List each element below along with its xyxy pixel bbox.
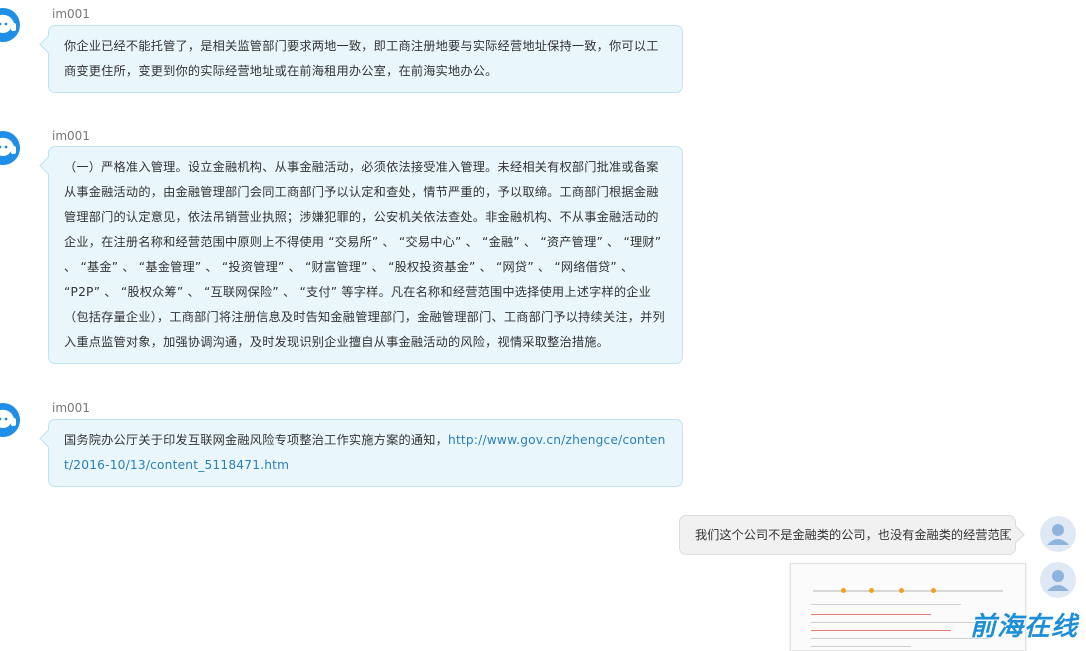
thumb-text-line	[811, 646, 911, 647]
thumb-text-line	[811, 604, 961, 605]
thumb-step-dot	[899, 588, 904, 593]
user-avatar	[1040, 562, 1076, 598]
user-message-bubble: 我们这个公司不是金融类的公司，也没有金融类的经营范围	[679, 515, 1016, 555]
thumb-step-dot	[931, 588, 936, 593]
user-avatar	[1040, 516, 1076, 552]
user-message-text: 我们这个公司不是金融类的公司，也没有金融类的经营范围	[695, 528, 1012, 542]
message-sender: im001	[52, 401, 90, 415]
headset-agent-icon	[0, 409, 16, 428]
user-icon	[1047, 524, 1069, 545]
message-text: 你企业已经不能托管了，是相关监管部门要求两地一致，即工商注册地要与实际经营地址保…	[64, 39, 659, 78]
agent-avatar	[0, 403, 20, 437]
thumb-text-line	[811, 638, 991, 639]
user-icon	[1047, 570, 1069, 591]
message-sender: im001	[52, 7, 90, 21]
agent-avatar	[0, 131, 20, 165]
message-bubble: （一）严格准入管理。设立金融机构、从事金融活动，必须依法接受准入管理。未经相关有…	[48, 146, 683, 364]
message-text: （一）严格准入管理。设立金融机构、从事金融活动，必须依法接受准入管理。未经相关有…	[64, 160, 665, 349]
watermark-logo: 前海在线	[970, 612, 1079, 642]
message-bubble: 国务院办公厅关于印发互联网金融风险专项整治工作实施方案的通知，http://ww…	[48, 419, 683, 487]
message-sender: im001	[52, 129, 90, 143]
thumb-text-line	[811, 614, 931, 615]
thumb-text-line	[811, 622, 981, 623]
thumb-step-dot	[869, 588, 874, 593]
agent-avatar	[0, 8, 20, 42]
thumb-step-dot	[841, 588, 846, 593]
message-text: 国务院办公厅关于印发互联网金融风险专项整治工作实施方案的通知，	[64, 433, 449, 447]
thumb-text-line	[811, 630, 951, 631]
message-bubble: 你企业已经不能托管了，是相关监管部门要求两地一致，即工商注册地要与实际经营地址保…	[48, 25, 683, 93]
headset-agent-icon	[0, 14, 16, 33]
headset-agent-icon	[0, 137, 16, 156]
